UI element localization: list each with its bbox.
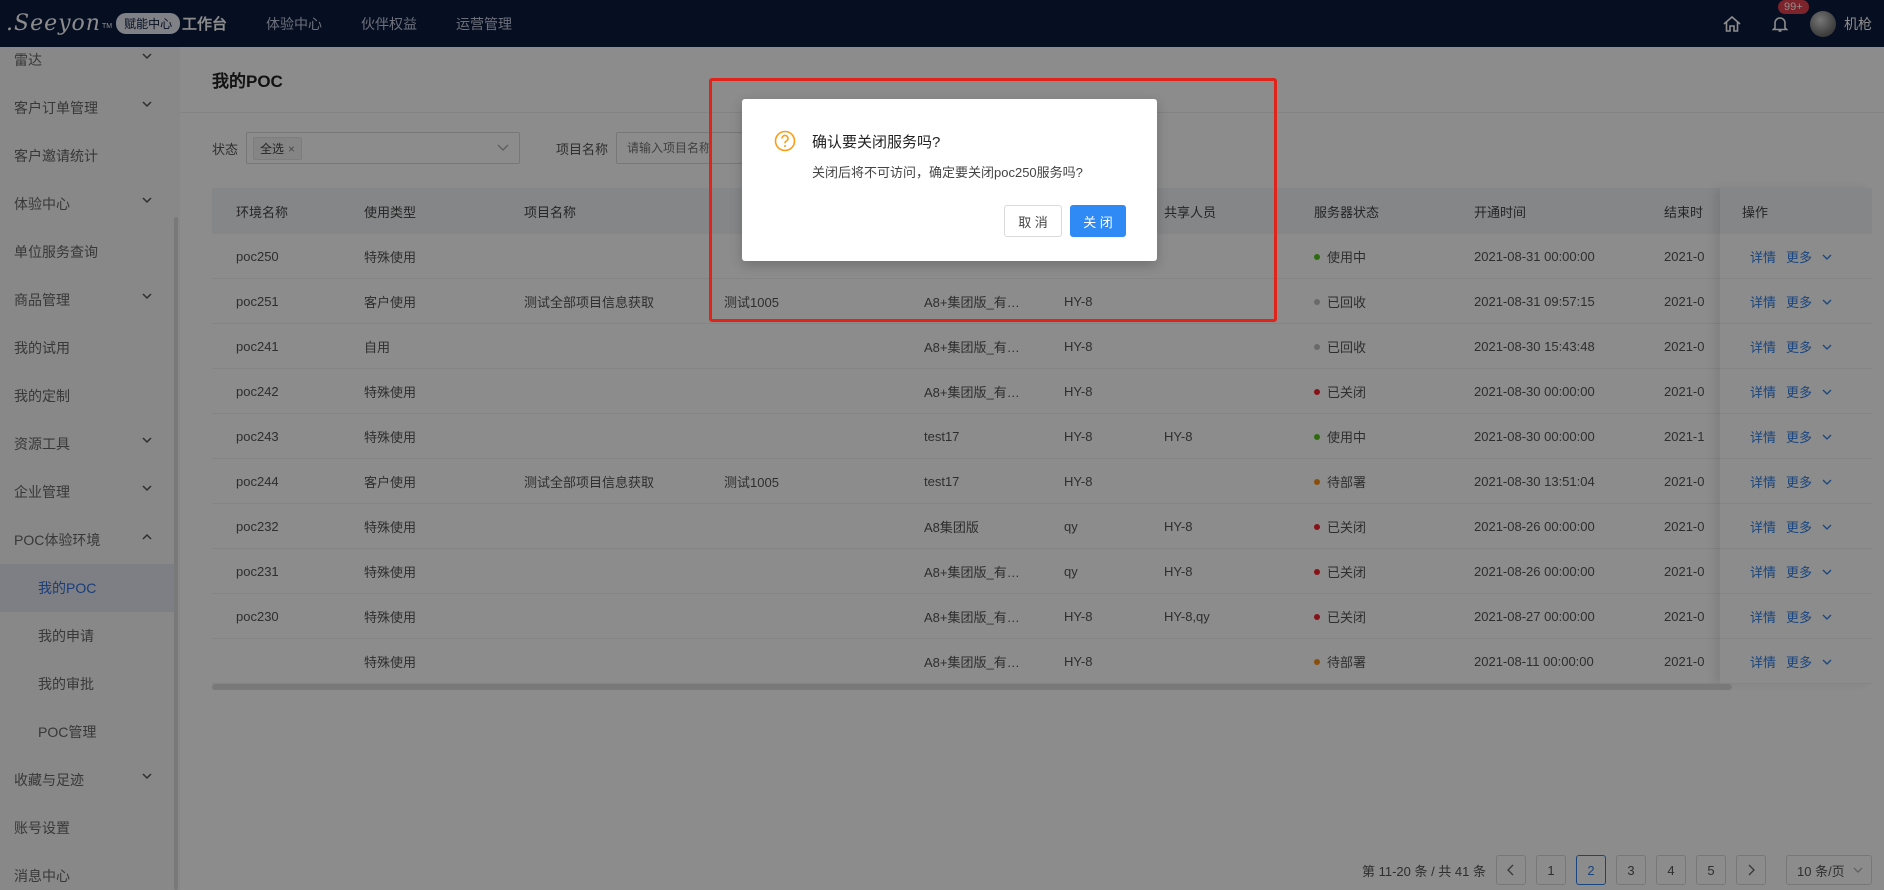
confirm-dialog: 确认要关闭服务吗? 关闭后将不可访问，确定要关闭poc250服务吗? 取 消 关… [742,99,1157,261]
confirm-close-button[interactable]: 关 闭 [1070,205,1126,237]
question-circle-icon [774,130,796,152]
dialog-message: 关闭后将不可访问，确定要关闭poc250服务吗? [812,165,1083,180]
dialog-title: 确认要关闭服务吗? [812,134,941,151]
cancel-button[interactable]: 取 消 [1004,205,1062,237]
